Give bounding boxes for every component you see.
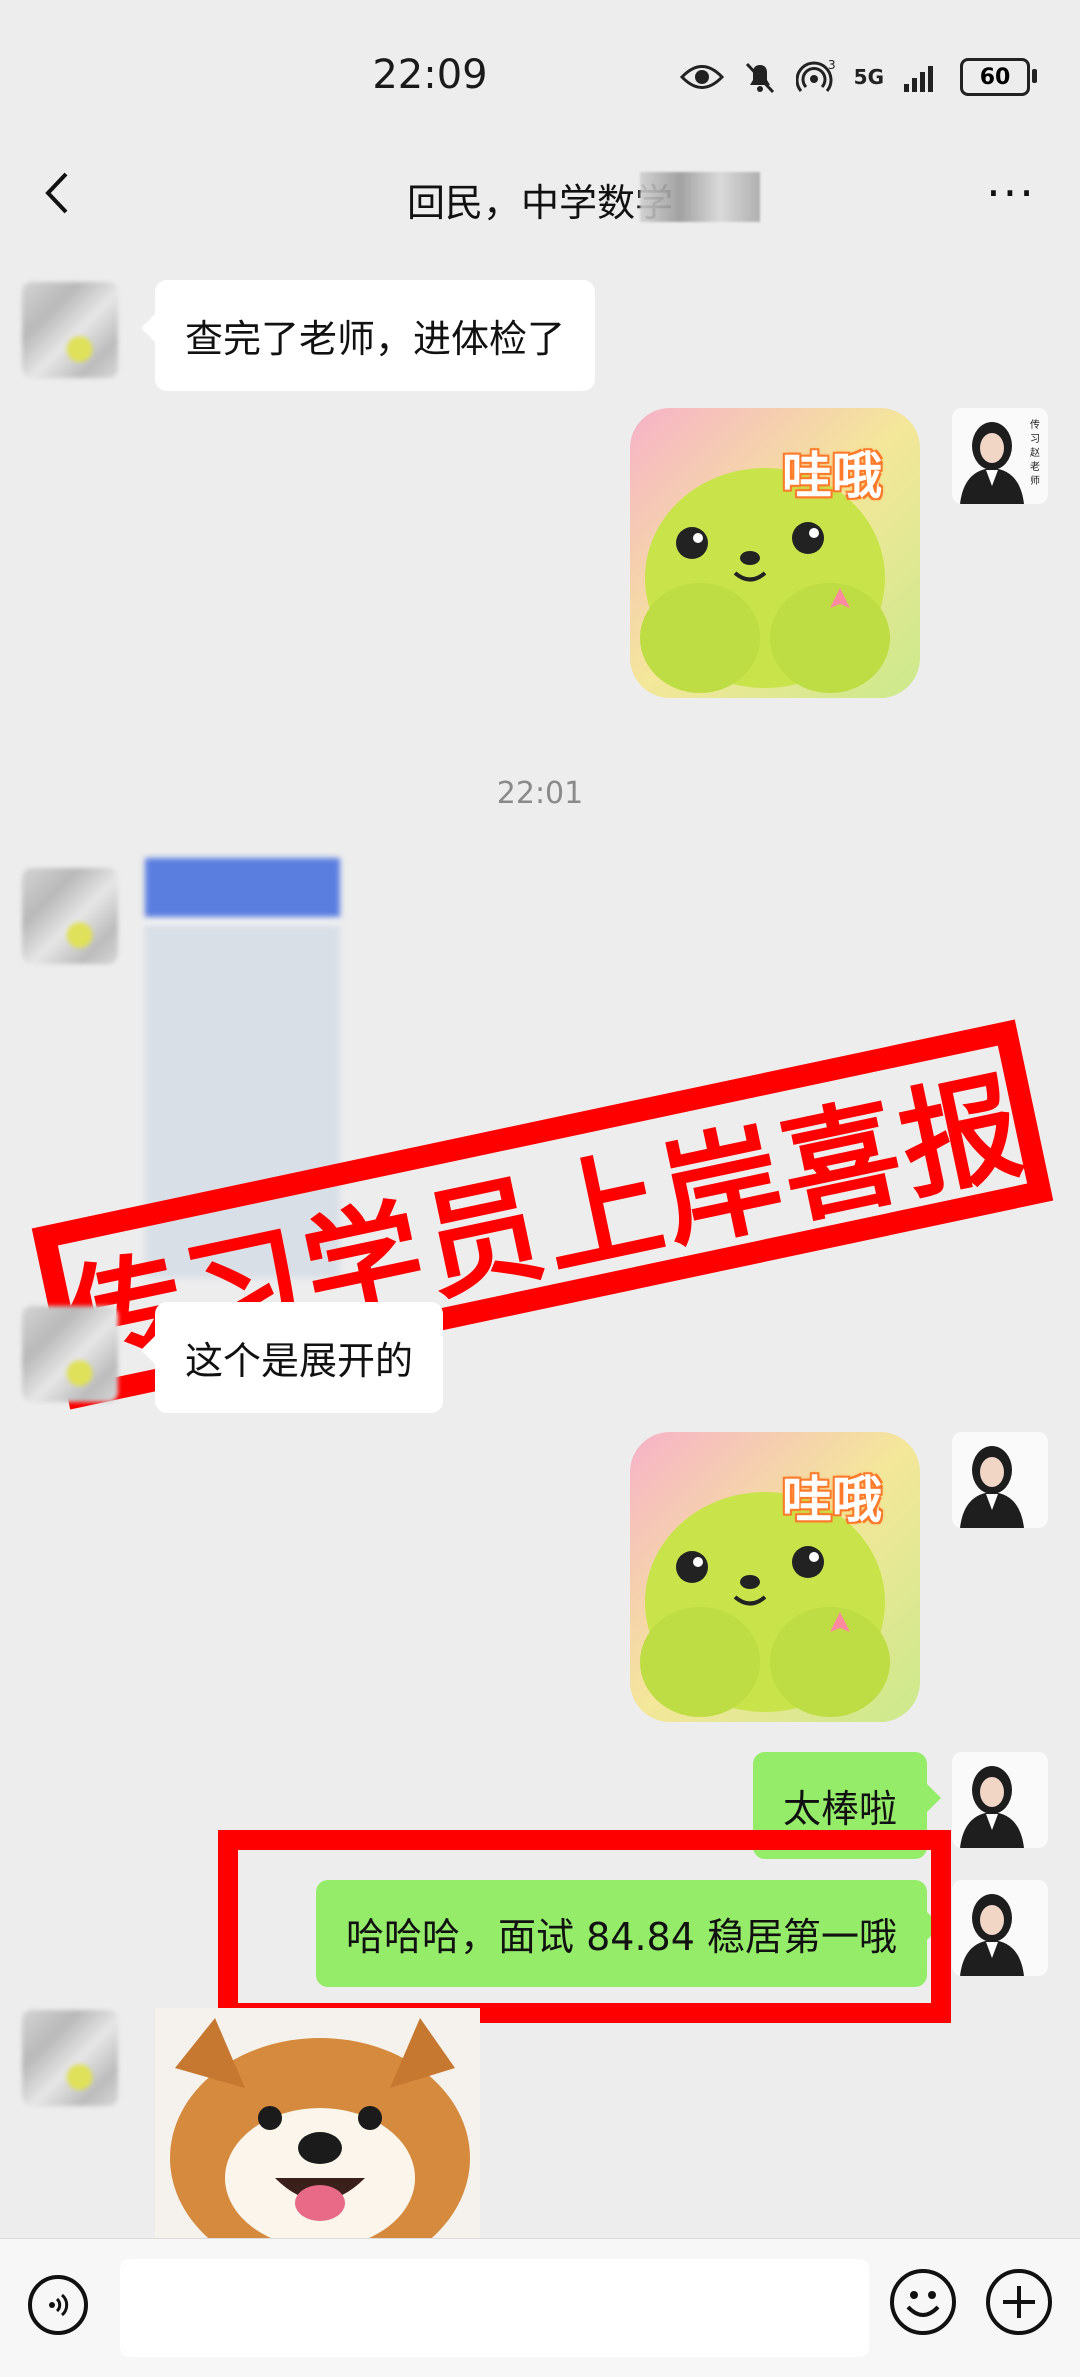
svg-text:师: 师 [1030,474,1040,487]
teacher-avatar-image [952,1432,1048,1528]
svg-text:老: 老 [1030,460,1040,473]
dog-photo-image [155,2008,480,2238]
svg-text:传: 传 [1030,419,1040,431]
battery-level: 60 [979,64,1011,90]
contact-avatar[interactable] [22,282,118,378]
highlight-box [218,1830,951,2023]
hotspot-icon: 3 [795,59,836,92]
voice-button[interactable] [28,2275,88,2335]
plus-icon [1003,2286,1035,2318]
chat-timestamp: 22:01 [496,776,584,811]
message-bubble-incoming[interactable]: 查完了老师，进体检了 [140,280,596,391]
my-avatar[interactable]: 传习赵老师 [952,408,1048,504]
message-bubble-incoming[interactable]: 这个是展开的 [140,1302,444,1413]
plus-button[interactable] [986,2269,1052,2335]
teacher-avatar-image [952,1880,1048,1976]
message-input[interactable] [120,2259,869,2357]
chat-title: 回民，中学数学 [406,181,673,225]
my-avatar[interactable] [952,1880,1048,1976]
bell-muted-icon [745,62,774,94]
emoji-icon [906,2291,940,2317]
network-label: 5G [853,65,884,89]
svg-text:习: 习 [1030,434,1040,445]
svg-text:3: 3 [828,59,836,72]
my-avatar[interactable] [952,1432,1048,1528]
more-options-button[interactable]: ··· [976,168,1046,228]
svg-text:赵: 赵 [1030,446,1040,459]
emoji-button[interactable] [890,2269,956,2335]
input-bar [0,2238,1080,2377]
sticker-message[interactable]: 哇哦 [630,408,920,698]
sticker-message[interactable]: 哇哦 [630,1432,920,1722]
sticker-caption: 哇哦 [782,447,882,505]
title-redaction [640,172,760,222]
contact-avatar[interactable] [22,1306,118,1402]
voice-icon [49,2293,69,2317]
my-avatar[interactable] [952,1752,1048,1848]
sticker-caption: 哇哦 [782,1471,882,1529]
chat-header: 回民，中学数学 ··· [0,150,1080,250]
dog-photo-message[interactable] [155,2008,480,2238]
eye-icon [679,65,724,89]
status-bar: 22:09 3 5G 60 [0,0,1080,150]
battery-icon: 60 [960,58,1037,96]
status-icons: 3 5G 60 [679,58,1037,96]
contact-avatar[interactable] [22,2010,118,2106]
contact-avatar[interactable] [22,868,118,964]
signal-icon [904,66,933,92]
teacher-avatar-image [952,1752,1048,1848]
teacher-avatar-image: 传习赵老师 [952,408,1048,504]
